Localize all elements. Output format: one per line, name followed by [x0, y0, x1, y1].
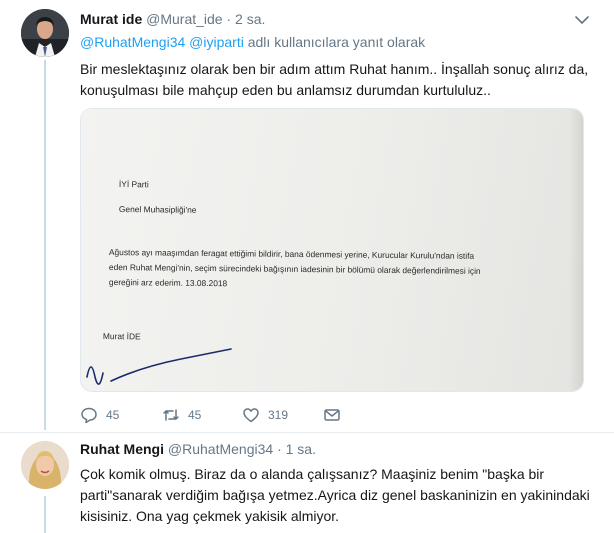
retweet-icon	[163, 409, 179, 421]
reply-context-label: adlı kullanıcılara yanıt olarak	[243, 34, 426, 50]
reply-icon	[81, 407, 97, 424]
like-icon	[243, 408, 259, 423]
signature-scribble	[86, 348, 232, 385]
retweet-button[interactable]: 45	[162, 405, 201, 425]
reply-button[interactable]: 45	[80, 405, 119, 425]
tweet-text: Çok komik olmuş. Biraz da o alanda çalış…	[80, 466, 590, 524]
author-handle[interactable]: @RuhatMengi34	[168, 441, 273, 457]
paper-edge-shadow	[569, 109, 583, 391]
tweet-header: Murat ide @Murat_ide · 2 sa.	[80, 11, 265, 31]
avatar[interactable]	[21, 9, 69, 57]
tweet-header: Ruhat Mengi @RuhatMengi34 · 1 sa.	[80, 441, 316, 461]
tweet-image[interactable]: İYİ Parti Genel Muhasipliği'ne Ağustos a…	[80, 108, 584, 392]
separator-dot: ·	[226, 11, 232, 27]
avatar[interactable]	[21, 441, 69, 489]
caret-down-icon[interactable]	[574, 12, 590, 28]
message-icon	[324, 409, 340, 421]
document-line: İYİ Parti	[118, 179, 149, 190]
document-line: Genel Muhasipliği'ne	[118, 204, 197, 215]
reply-count: 45	[106, 408, 120, 422]
document-line: gereğini arz ederim. 13.08.2018	[108, 277, 228, 289]
direct-message-button[interactable]	[323, 405, 341, 425]
author-handle[interactable]: @Murat_ide	[146, 11, 222, 27]
thread-connector-line	[44, 60, 46, 430]
author-name[interactable]: Ruhat Mengi	[80, 441, 164, 457]
author-name[interactable]: Murat ide	[80, 11, 142, 27]
reply-context: @RuhatMengi34 @iyiparti adlı kullanıcıla…	[80, 34, 425, 50]
thread-connector-line	[44, 496, 46, 533]
tweet-timestamp[interactable]: 1 sa.	[286, 441, 316, 457]
avatar-portrait-icon	[21, 441, 69, 489]
tweet-timestamp[interactable]: 2 sa.	[235, 11, 265, 27]
like-count: 319	[268, 408, 289, 422]
reply-mentions-link[interactable]: @RuhatMengi34 @iyiparti	[80, 34, 244, 50]
like-button[interactable]: 319	[242, 405, 288, 425]
tweet-actions: 45 45 319	[80, 405, 380, 425]
avatar-portrait-icon	[21, 9, 69, 57]
tweet-divider	[0, 432, 614, 433]
retweet-count: 45	[188, 408, 202, 422]
separator-dot: ·	[277, 441, 282, 457]
tweet-text: Bir meslektaşınız olarak ben bir adım at…	[80, 61, 589, 98]
